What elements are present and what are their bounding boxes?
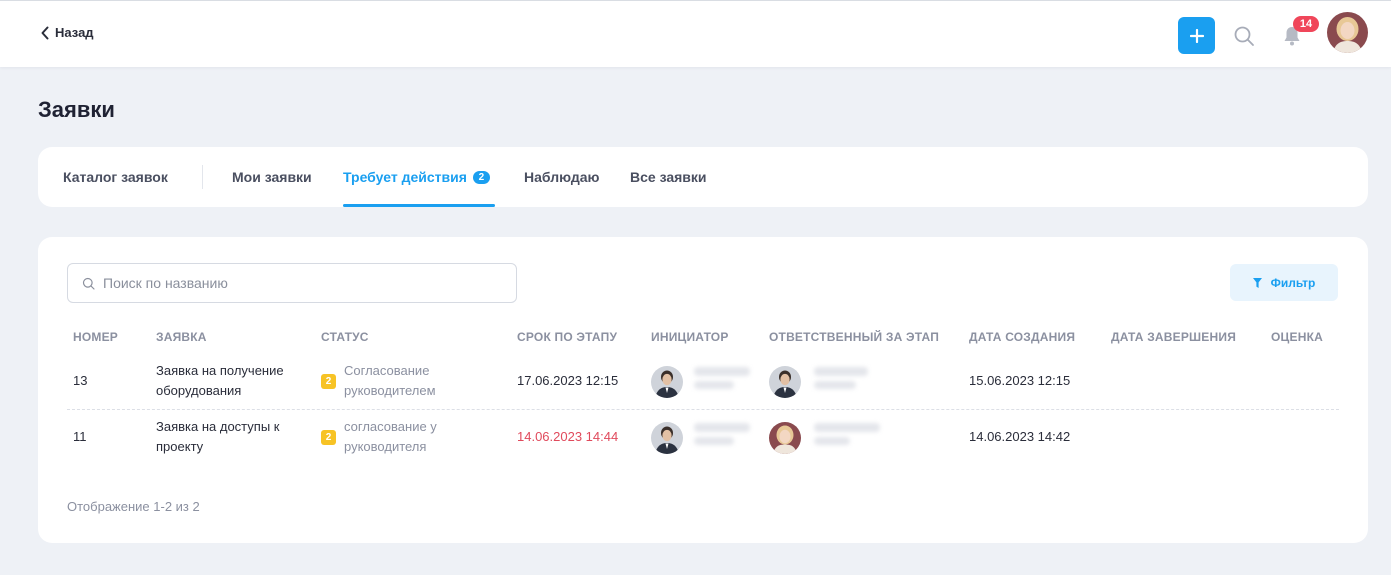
man-photo xyxy=(651,422,683,454)
filter-button[interactable]: Фильтр xyxy=(1230,264,1338,301)
search-field[interactable] xyxy=(67,263,517,303)
initiator-name-redacted xyxy=(694,423,750,445)
tab-divider xyxy=(202,165,203,189)
tab-my-requests[interactable]: Мои заявки xyxy=(232,169,312,185)
plus-icon xyxy=(1189,28,1204,43)
column-header-deadline[interactable]: СРОК ПО ЭТАПУ xyxy=(517,330,617,344)
column-header-status[interactable]: СТАТУС xyxy=(321,330,369,344)
status-line: согласование у xyxy=(344,419,437,434)
column-header-completed[interactable]: ДАТА ЗАВЕРШЕНИЯ xyxy=(1111,330,1236,344)
search-icon xyxy=(82,277,95,290)
table-row-created: 15.06.2023 12:15 xyxy=(969,373,1071,388)
title-line: Заявка на получение xyxy=(156,363,284,378)
tab-label: Мои заявки xyxy=(232,169,312,185)
tab-label: Наблюдаю xyxy=(524,169,600,185)
column-header-rating[interactable]: ОЦЕНКА xyxy=(1271,330,1323,344)
page-title: Заявки xyxy=(38,97,115,122)
pagination-summary: Отображение 1-2 из 2 xyxy=(67,499,200,514)
status-count-badge: 2 xyxy=(321,430,336,445)
table-row-title[interactable]: Заявка на доступы к проекту xyxy=(156,417,279,457)
table-row-status: согласование у руководителя xyxy=(344,417,437,457)
chevron-left-icon xyxy=(41,26,49,39)
filter-label: Фильтр xyxy=(1270,275,1316,290)
add-button[interactable] xyxy=(1178,17,1215,54)
responsible-name-redacted xyxy=(814,367,868,389)
table-row-status: Согласование руководителем xyxy=(344,361,436,401)
table-row-deadline-overdue: 14.06.2023 14:44 xyxy=(517,429,619,444)
column-header-initiator[interactable]: ИНИЦИАТОР xyxy=(651,330,729,344)
search-input[interactable] xyxy=(103,275,503,291)
status-line: руководителя xyxy=(344,439,427,454)
table-row-number: 11 xyxy=(73,429,87,444)
top-header: Назад 14 xyxy=(0,0,1391,67)
table-row-number: 13 xyxy=(73,373,88,388)
man-photo xyxy=(651,366,683,398)
status-line: Согласование xyxy=(344,363,430,378)
row-divider xyxy=(67,409,1339,410)
tab-requires-action[interactable]: Требует действия 2 xyxy=(343,169,490,185)
responsible-avatar xyxy=(769,366,801,398)
table-row-created: 14.06.2023 14:42 xyxy=(969,429,1071,444)
search-icon xyxy=(1234,26,1254,46)
search-button[interactable] xyxy=(1232,24,1256,48)
tabs-bar: Каталог заявок Мои заявки Требует действ… xyxy=(38,147,1368,207)
back-label: Назад xyxy=(55,25,94,40)
column-header-created[interactable]: ДАТА СОЗДАНИЯ xyxy=(969,330,1075,344)
table-row-title[interactable]: Заявка на получение оборудования xyxy=(156,361,284,401)
notifications-count-badge: 14 xyxy=(1293,16,1319,32)
title-line: Заявка на доступы к xyxy=(156,419,280,434)
initiator-avatar xyxy=(651,366,683,398)
column-header-responsible[interactable]: ОТВЕТСТВЕННЫЙ ЗА ЭТАП xyxy=(769,330,939,344)
column-header-request[interactable]: ЗАЯВКА xyxy=(156,330,207,344)
responsible-avatar xyxy=(769,422,801,454)
tab-label: Каталог заявок xyxy=(63,169,168,185)
title-line: проекту xyxy=(156,439,204,454)
tab-label: Требует действия xyxy=(343,169,467,185)
initiator-name-redacted xyxy=(694,367,750,389)
woman-photo xyxy=(769,422,801,454)
active-tab-underline xyxy=(343,204,495,207)
status-count-badge: 2 xyxy=(321,374,336,389)
title-line: оборудования xyxy=(156,383,242,398)
status-line: руководителем xyxy=(344,383,436,398)
column-header-number[interactable]: НОМЕР xyxy=(73,330,118,344)
tab-catalog[interactable]: Каталог заявок xyxy=(63,169,168,185)
table-row-deadline: 17.06.2023 12:15 xyxy=(517,373,619,388)
back-button[interactable]: Назад xyxy=(40,25,94,40)
filter-icon xyxy=(1252,277,1262,288)
tab-count-badge: 2 xyxy=(472,170,490,184)
user-photo xyxy=(1327,12,1368,53)
initiator-avatar xyxy=(651,422,683,454)
requests-card: Фильтр НОМЕР ЗАЯВКА СТАТУС СРОК ПО ЭТАПУ… xyxy=(38,237,1368,543)
responsible-name-redacted xyxy=(814,423,880,445)
man-photo xyxy=(769,366,801,398)
tab-label: Все заявки xyxy=(630,169,707,185)
tab-all-requests[interactable]: Все заявки xyxy=(630,169,707,185)
user-avatar[interactable] xyxy=(1327,12,1368,53)
tab-watching[interactable]: Наблюдаю xyxy=(524,169,600,185)
